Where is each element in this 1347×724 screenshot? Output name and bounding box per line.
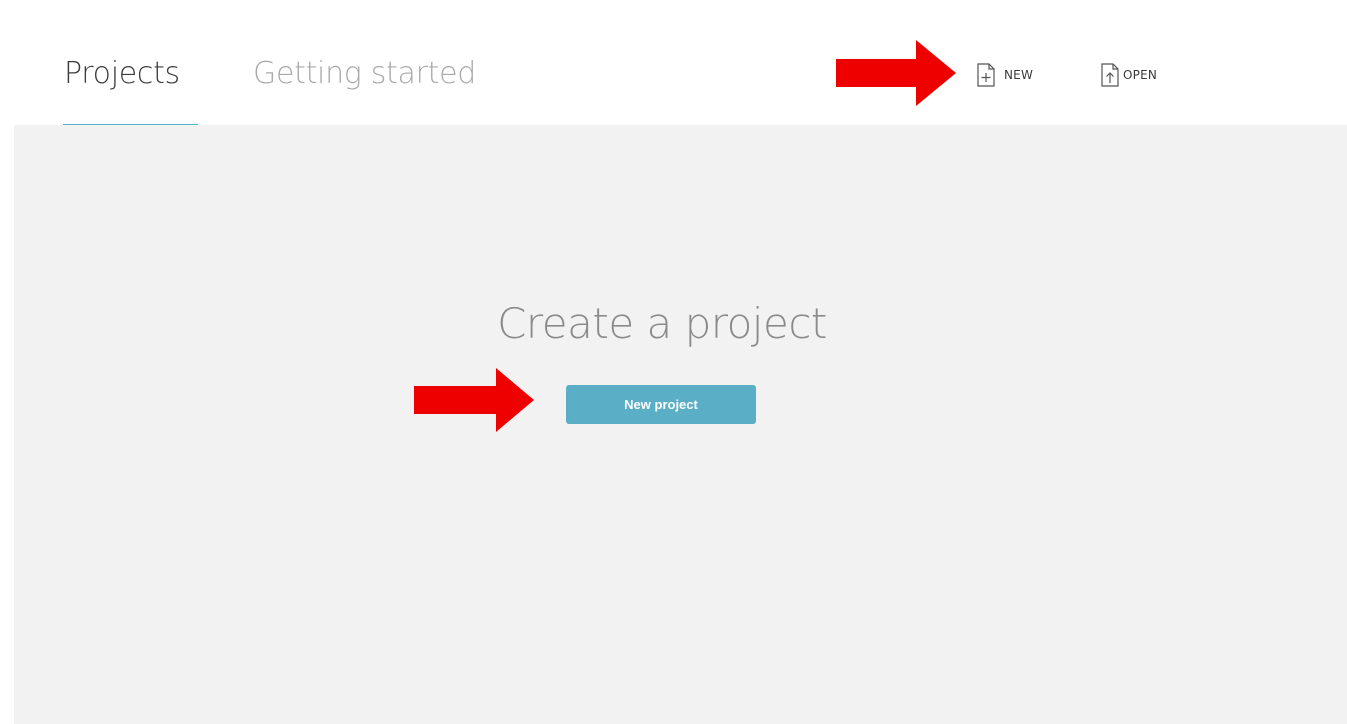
open-button-label: OPEN <box>1123 68 1158 82</box>
create-project-heading: Create a project <box>497 299 827 348</box>
open-button[interactable]: OPEN <box>1100 62 1157 88</box>
open-file-icon <box>1101 63 1119 87</box>
tab-projects[interactable]: Projects <box>64 56 180 91</box>
projects-content-area <box>14 125 1347 724</box>
annotation-arrow-icon <box>836 40 956 106</box>
new-file-icon <box>977 63 995 87</box>
top-header: Projects Getting started NEW OPEN <box>0 0 1347 127</box>
new-button-label: NEW <box>1004 68 1034 82</box>
new-project-button[interactable]: New project <box>566 385 756 424</box>
annotation-arrow-icon <box>414 368 534 432</box>
tab-getting-started[interactable]: Getting started <box>253 56 476 91</box>
app-window: Projects Getting started NEW OPEN Create… <box>0 0 1347 724</box>
new-button[interactable]: NEW <box>976 62 1033 88</box>
